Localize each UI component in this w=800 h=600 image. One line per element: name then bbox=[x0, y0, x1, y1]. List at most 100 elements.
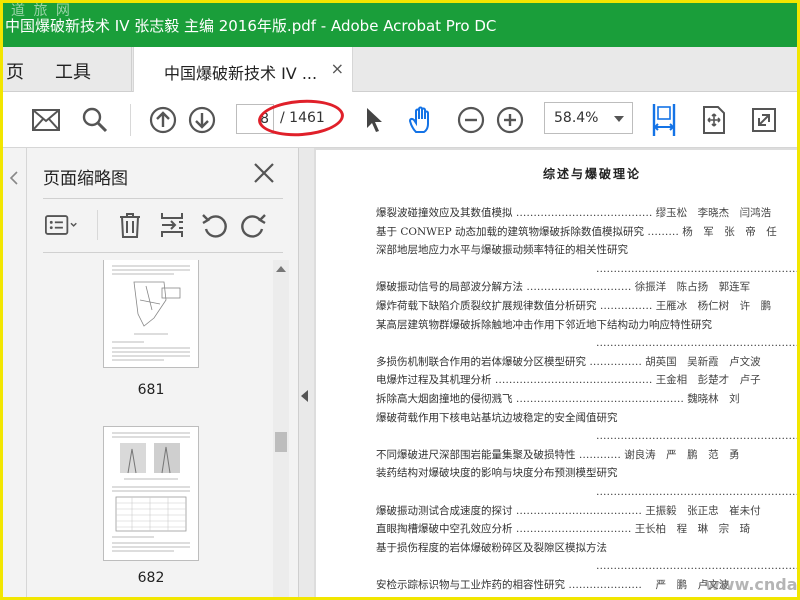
chevron-left-icon bbox=[9, 171, 18, 185]
toc-entry[interactable]: …………………………………………………… 何 琪 严 鹏 卢文波 bbox=[596, 559, 800, 573]
toc-entry-dots: ……………………………………… bbox=[491, 374, 656, 387]
toc-entry-dots: …………………………………………………… bbox=[596, 430, 800, 443]
scroll-up-icon[interactable] bbox=[276, 266, 286, 272]
toc-entry-authors: 胡英国 吴新霞 卢文波 bbox=[645, 355, 761, 368]
close-tab-icon[interactable]: × bbox=[331, 59, 344, 78]
toolbar-separator bbox=[130, 104, 131, 136]
toc-entry-title: 安检示踪标识物与工业炸药的相容性研究 bbox=[376, 579, 565, 591]
toc-entry[interactable]: 基于 CONWEP 动态加载的建筑物爆破拆除数值模拟研究 ……… 杨 军 张 帝… bbox=[376, 225, 777, 239]
toc-entry[interactable]: 爆破振动信号的局部波分解方法 ………………………… 徐振洋 陈占扬 郭连军 bbox=[376, 280, 750, 294]
toc-entry-title: 爆炸荷载下缺陷介质裂纹扩展规律数值分析研究 bbox=[376, 300, 597, 312]
toc-entry[interactable]: 不同爆破进尺深部围岩能量集聚及破损特性 ………… 谢良涛 严 鹏 范 勇 bbox=[376, 448, 740, 462]
toc-entry[interactable]: 基于损伤程度的岩体爆破粉碎区及裂隙区模拟方法 bbox=[376, 541, 607, 555]
close-panel-icon[interactable] bbox=[251, 160, 277, 186]
fit-page-icon[interactable] bbox=[698, 104, 730, 136]
scrollbar-thumb[interactable] bbox=[275, 432, 287, 452]
toc-entry-authors: 徐振洋 陈占扬 郭连军 bbox=[634, 281, 751, 294]
toc-entry-authors: 王雁冰 杨仁树 许 鹏 bbox=[655, 300, 772, 312]
document-tab[interactable]: 中国爆破新技术 IV ... × bbox=[133, 47, 353, 93]
fit-width-icon[interactable] bbox=[648, 104, 680, 136]
toc-entry[interactable]: 装药结构对爆破块度的影响与块度分布预测模型研究 bbox=[376, 466, 618, 480]
zoom-in-icon[interactable] bbox=[494, 104, 526, 136]
toc-entry-authors: 王振毅 张正忠 崔未付 bbox=[645, 504, 761, 517]
full-screen-icon[interactable] bbox=[748, 104, 780, 136]
toc-entry[interactable]: 爆炸荷载下缺陷介质裂纹扩展规律数值分析研究 …………… 王雁冰 杨仁树 许 鹏 bbox=[376, 299, 771, 313]
toc-entry-title: 电爆炸过程及其机理分析 bbox=[376, 374, 492, 387]
toc-entry[interactable]: 爆裂波碰撞效应及其数值模拟 ………………………………… 缪玉松 李晓杰 闫鸿浩 bbox=[376, 206, 771, 220]
toc-entry-title: 基于损伤程度的岩体爆破粉碎区及裂隙区模拟方法 bbox=[376, 541, 607, 554]
thumbnail-preview bbox=[112, 432, 190, 552]
page-thumbnails-panel: 页面缩略图 681 682 bbox=[27, 148, 299, 597]
toc-entry[interactable]: 某高层建筑物群爆破拆除触地冲击作用下邻近地下结构动力响应特性研究 bbox=[376, 318, 712, 332]
toc-entry[interactable]: 电爆炸过程及其机理分析 ……………………………………… 王金相 彭楚才 卢子 bbox=[376, 373, 761, 387]
previous-page-icon[interactable] bbox=[147, 104, 179, 136]
mail-icon[interactable] bbox=[30, 104, 62, 136]
application-window: 道 旅 网 中国爆破新技术 IV 张志毅 主编 2016年版.pdf - Ado… bbox=[0, 0, 800, 600]
toc-entry-authors: 缪玉松 李晓杰 闫鸿浩 bbox=[655, 207, 772, 219]
page-thumbnail-681[interactable] bbox=[103, 260, 199, 368]
toc-entry-title: 不同爆破进尺深部围岩能量集聚及破损特性 bbox=[376, 448, 576, 461]
zoom-value: 58.4% bbox=[554, 110, 599, 126]
next-page-icon[interactable] bbox=[186, 104, 218, 136]
toc-entry-authors: 杨 军 张 帝 任 bbox=[682, 225, 777, 238]
zoom-out-icon[interactable] bbox=[455, 104, 487, 136]
toc-entry-authors: 谢良涛 严 鹏 范 勇 bbox=[624, 448, 740, 461]
toc-entry[interactable]: 安检示踪标识物与工业炸药的相容性研究 ………………… 严 鹏 卢文波 bbox=[376, 578, 729, 592]
toc-entry-dots: …………………………………………………… bbox=[596, 560, 800, 573]
panel-title: 页面缩略图 bbox=[43, 169, 128, 189]
toc-entry-dots: …………… bbox=[586, 355, 646, 368]
chevron-down-icon bbox=[614, 116, 624, 122]
search-icon[interactable] bbox=[79, 104, 111, 136]
tools-tab[interactable]: 工具 bbox=[55, 58, 91, 84]
zoom-select[interactable]: 58.4% bbox=[544, 102, 633, 134]
toc-entry[interactable]: 拆除高大烟囱撞地的侵彻溅飞 ………………………………………… 魏晓林 刘 bbox=[376, 392, 740, 406]
thumbnail-scrollbar[interactable] bbox=[273, 260, 289, 597]
toc-entry[interactable]: 直眼掏槽爆破中空孔效应分析 …………………………… 王长柏 程 琳 宗 琦 bbox=[376, 522, 750, 536]
toc-entry[interactable]: …………………………………………………… 贾永胜 谢先启 姚颖康 bbox=[596, 336, 797, 350]
hand-tool-icon[interactable] bbox=[406, 104, 438, 136]
home-tab[interactable]: 页 bbox=[6, 58, 24, 84]
toc-entry-dots: ……………………………… bbox=[512, 504, 646, 517]
toc-entry-dots: ………… bbox=[575, 448, 625, 461]
page-thumbnail-682[interactable] bbox=[103, 426, 199, 561]
document-tab-label: 中国爆破新技术 IV ... bbox=[164, 64, 318, 83]
collapse-panel-icon[interactable] bbox=[301, 390, 308, 402]
window-title: 中国爆破新技术 IV 张志毅 主编 2016年版.pdf - Adobe Acr… bbox=[5, 17, 497, 35]
select-arrow-icon[interactable] bbox=[358, 104, 390, 136]
toc-entry-authors: 王长柏 程 琳 宗 琦 bbox=[634, 523, 751, 536]
toc-entry-title: 直眼掏槽爆破中空孔效应分析 bbox=[376, 523, 513, 536]
toc-entry-title: 基于 CONWEP 动态加载的建筑物爆破拆除数值模拟研究 bbox=[376, 225, 645, 238]
thumbnail-label-682: 682 bbox=[137, 570, 165, 586]
navigation-pane-strip[interactable] bbox=[3, 148, 27, 597]
toc-entry[interactable]: 深部地层地应力水平与爆破振动频率特征的相关性研究 bbox=[376, 243, 628, 257]
toc-entry-authors: 魏晓林 刘 bbox=[687, 393, 740, 405]
panel-tool-separator bbox=[97, 210, 98, 240]
toc-entry[interactable]: 地面爆炸荷载作用下埋地钢管的动态响应分析与安全评价 bbox=[376, 597, 639, 598]
toc-entry-authors: 王金相 彭楚才 卢子 bbox=[655, 374, 761, 387]
toc-entry-title: 深部地层地应力水平与爆破振动频率特征的相关性研究 bbox=[376, 244, 628, 257]
document-view[interactable]: 综述与爆破理论 爆裂波碰撞效应及其数值模拟 ………………………………… 缪玉松 … bbox=[314, 148, 800, 598]
toc-entry[interactable]: 爆破荷载作用下核电站基坑边坡稳定的安全阈值研究 bbox=[376, 411, 618, 425]
toc-entry-title: 爆破振动测试合成速度的探讨 bbox=[376, 504, 513, 517]
toc-entry-dots: ………………… bbox=[565, 579, 646, 591]
page-watermark: www.cndao.com bbox=[705, 575, 798, 594]
toc-entry-title: 拆除高大烟囱撞地的侵彻溅飞 bbox=[376, 393, 513, 405]
insert-page-icon[interactable] bbox=[155, 208, 189, 242]
toc-entry-title: 爆破荷载作用下核电站基坑边坡稳定的安全阈值研究 bbox=[376, 411, 618, 424]
thumbnail-options-icon[interactable] bbox=[45, 208, 79, 242]
toc-entry-dots: ………………………………………… bbox=[512, 393, 688, 405]
rotate-clockwise-icon[interactable] bbox=[237, 208, 271, 242]
section-heading: 综述与爆破理论 bbox=[543, 167, 642, 181]
toc-entry[interactable]: …………………………………………………… 唐 海 刘亚群 吴仕鹏 bbox=[596, 429, 800, 443]
thumbnail-preview bbox=[112, 265, 190, 361]
rotate-counterclockwise-icon[interactable] bbox=[197, 208, 231, 242]
toc-entry[interactable]: 爆破振动测试合成速度的探讨 ……………………………… 王振毅 张正忠 崔未付 bbox=[376, 504, 761, 518]
toc-entry-title: 爆破振动信号的局部波分解方法 bbox=[376, 281, 523, 294]
panel-divider bbox=[43, 252, 283, 253]
toc-entry[interactable]: …………………………………………………… 杨润强 严 鹏 卢文波 bbox=[596, 262, 797, 276]
toc-entry[interactable]: 多损伤机制联合作用的岩体爆破分区模型研究 …………… 胡英国 吴新霞 卢文波 bbox=[376, 355, 761, 369]
toolbar bbox=[3, 92, 797, 148]
thumbnail-label-681: 681 bbox=[137, 382, 165, 398]
toc-entry[interactable]: …………………………………………………… 张 昭 白和强 李红俊 bbox=[596, 485, 797, 499]
delete-page-icon[interactable] bbox=[113, 208, 147, 242]
